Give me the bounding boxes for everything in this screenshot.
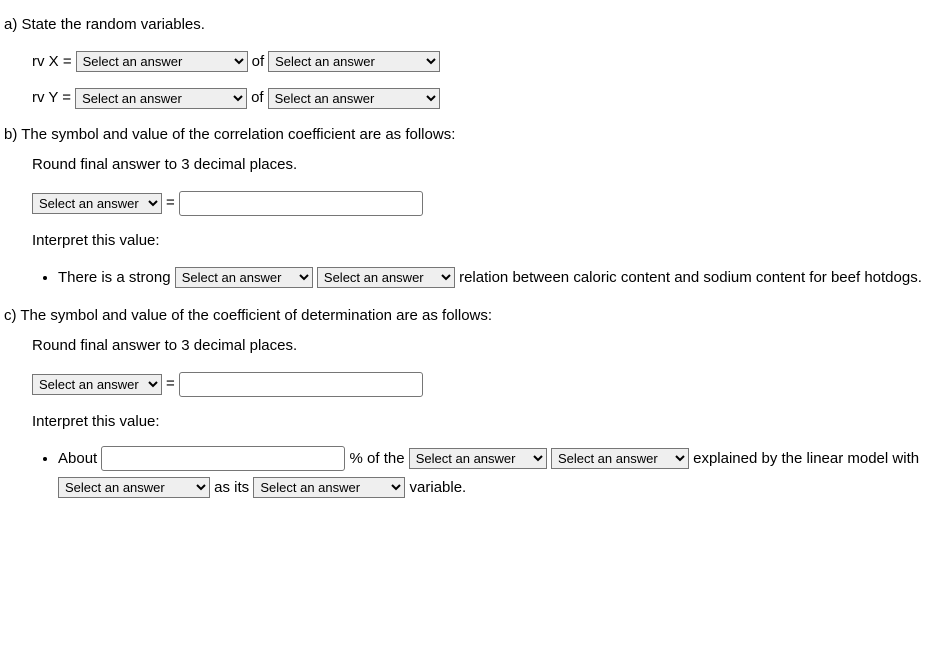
- c-percent-input[interactable]: [101, 446, 345, 471]
- part-b-prompt: b) The symbol and value of the correlati…: [4, 124, 922, 147]
- rv-x-label: rv X =: [32, 51, 72, 74]
- c-about-label: About: [58, 450, 97, 467]
- b-value-input[interactable]: [179, 191, 423, 216]
- c-interpret-select-3[interactable]: Select an answer: [58, 477, 210, 498]
- c-as-its: as its: [214, 479, 249, 496]
- rv-y-select-1[interactable]: Select an answer: [75, 88, 247, 109]
- c-variable-end: variable.: [410, 479, 467, 496]
- b-equals: =: [166, 192, 175, 215]
- c-symbol-select[interactable]: Select an answer: [32, 374, 162, 395]
- part-c-prompt: c) The symbol and value of the coefficie…: [4, 305, 922, 328]
- part-b-symbol-row: Select an answer =: [32, 191, 922, 216]
- c-equals: =: [166, 373, 175, 396]
- b-interpret-label: Interpret this value:: [32, 230, 922, 253]
- c-interpret-label: Interpret this value:: [32, 411, 922, 434]
- c-percent-of-the: % of the: [350, 450, 405, 467]
- rv-x-select-2[interactable]: Select an answer: [268, 51, 440, 72]
- part-b-round: Round final answer to 3 decimal places.: [32, 154, 922, 177]
- b-strong-prefix: There is a strong: [58, 269, 171, 286]
- rv-x-select-1[interactable]: Select an answer: [76, 51, 248, 72]
- rv-x-row: rv X = Select an answer of Select an ans…: [32, 51, 922, 74]
- c-explained-by: explained by the linear model with: [693, 450, 919, 467]
- c-interpret-select-2[interactable]: Select an answer: [551, 448, 689, 469]
- of-label-1: of: [252, 51, 265, 74]
- b-interpret-select-2[interactable]: Select an answer: [317, 267, 455, 288]
- c-interpret-select-4[interactable]: Select an answer: [253, 477, 405, 498]
- c-value-input[interactable]: [179, 372, 423, 397]
- of-label-2: of: [251, 87, 264, 110]
- rv-y-label: rv Y =: [32, 87, 71, 110]
- c-interpret-item: About % of the Select an answer Select a…: [58, 445, 922, 502]
- part-c-symbol-row: Select an answer =: [32, 372, 922, 397]
- part-a-prompt: a) State the random variables.: [4, 14, 922, 37]
- part-c-round: Round final answer to 3 decimal places.: [32, 335, 922, 358]
- b-strong-suffix: relation between caloric content and sod…: [459, 269, 922, 286]
- b-interpret-select-1[interactable]: Select an answer: [175, 267, 313, 288]
- c-interpret-select-1[interactable]: Select an answer: [409, 448, 547, 469]
- rv-y-row: rv Y = Select an answer of Select an ans…: [32, 87, 922, 110]
- b-interpret-item: There is a strong Select an answer Selec…: [58, 264, 922, 293]
- rv-y-select-2[interactable]: Select an answer: [268, 88, 440, 109]
- b-symbol-select[interactable]: Select an answer: [32, 193, 162, 214]
